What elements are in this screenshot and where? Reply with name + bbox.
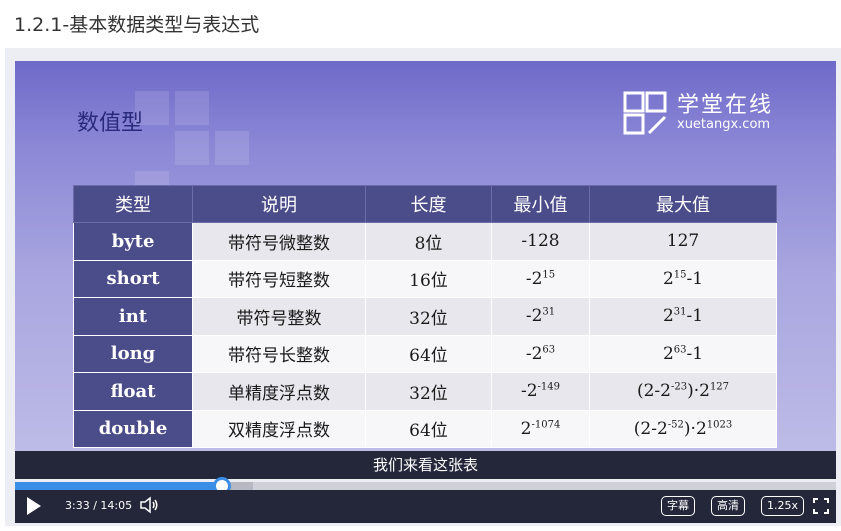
type-length: 64位	[365, 334, 492, 373]
subtitle-caption: 我们来看这张表	[15, 451, 836, 479]
column-header: 最大值	[589, 185, 777, 223]
type-length: 8位	[365, 222, 492, 261]
decoration	[175, 131, 209, 165]
type-name: int	[73, 297, 193, 336]
table-row: int 带符号整数 32位 -231 231-1	[73, 297, 777, 336]
speed-button[interactable]: 1.25x	[761, 496, 805, 516]
table-row: float 单精度浮点数 32位 -2-149 (2-2-23)·2127	[73, 372, 777, 411]
type-description: 带符号微整数	[192, 222, 366, 261]
type-length: 32位	[365, 372, 492, 411]
fullscreen-icon[interactable]	[813, 498, 829, 514]
time-separator: /	[93, 499, 97, 512]
decoration	[215, 131, 249, 165]
column-header: 说明	[192, 185, 366, 223]
max-value: 215-1	[589, 259, 777, 298]
type-description: 带符号整数	[192, 297, 366, 336]
min-value: -215	[491, 259, 590, 298]
column-header: 最小值	[491, 185, 590, 223]
time-display: 3:33 / 14:05	[65, 499, 132, 512]
table-row: byte 带符号微整数 8位 -128 127	[73, 222, 777, 261]
max-value: (2-2-23)·2127	[589, 372, 777, 411]
page-title: 1.2.1-基本数据类型与表达式	[14, 14, 260, 36]
table-row: short 带符号短整数 16位 -215 215-1	[73, 259, 777, 298]
xuetangx-logo: 学堂在线 xuetangx.com	[623, 91, 773, 135]
type-description: 带符号长整数	[192, 334, 366, 373]
min-value: 2-1074	[491, 409, 590, 448]
column-header: 类型	[73, 185, 193, 223]
type-name: byte	[73, 222, 193, 261]
slide-heading: 数值型	[77, 111, 144, 136]
current-time: 3:33	[65, 499, 90, 512]
progress-bar[interactable]	[15, 477, 836, 495]
type-name: long	[73, 334, 193, 373]
min-value: -263	[491, 334, 590, 373]
logo-name: 学堂在线	[677, 92, 774, 118]
type-description: 带符号短整数	[192, 259, 366, 298]
volume-icon[interactable]	[139, 496, 159, 518]
xuetangx-logo-icon	[623, 91, 669, 135]
quality-button[interactable]: 高清	[711, 496, 745, 516]
decoration	[175, 91, 209, 125]
table-header-row: 类型 说明 长度 最小值 最大值	[73, 185, 777, 223]
video-frame[interactable]: 数值型 学堂在线 xuetangx.com 类型 说明 长度 最小值 最大值 b…	[15, 61, 836, 451]
play-icon[interactable]	[27, 497, 41, 515]
column-header: 长度	[365, 185, 492, 223]
type-description: 单精度浮点数	[192, 372, 366, 411]
type-description: 双精度浮点数	[192, 409, 366, 448]
min-value: -2-149	[491, 372, 590, 411]
logo-url: xuetangx.com	[677, 116, 771, 132]
table-row: double 双精度浮点数 64位 2-1074 (2-2-52)·21023	[73, 409, 777, 448]
type-length: 64位	[365, 409, 492, 448]
player-controls: 3:33 / 14:05 字幕 高清 1.25x	[15, 490, 836, 523]
max-value: 263-1	[589, 334, 777, 373]
table-row: long 带符号长整数 64位 -263 263-1	[73, 334, 777, 373]
max-value: (2-2-52)·21023	[589, 409, 777, 448]
played-bar	[15, 482, 223, 490]
type-length: 32位	[365, 297, 492, 336]
captions-button[interactable]: 字幕	[661, 496, 695, 516]
type-name: double	[73, 409, 193, 448]
duration: 14:05	[100, 499, 133, 512]
max-value: 127	[589, 222, 777, 261]
type-name: float	[73, 372, 193, 411]
video-player[interactable]: 数值型 学堂在线 xuetangx.com 类型 说明 长度 最小值 最大值 b…	[5, 48, 841, 526]
min-value: -128	[491, 222, 590, 261]
type-length: 16位	[365, 259, 492, 298]
max-value: 231-1	[589, 297, 777, 336]
type-name: short	[73, 259, 193, 298]
min-value: -231	[491, 297, 590, 336]
data-types-table: 类型 说明 长度 最小值 最大值 byte 带符号微整数 8位 -128 127…	[73, 185, 777, 448]
